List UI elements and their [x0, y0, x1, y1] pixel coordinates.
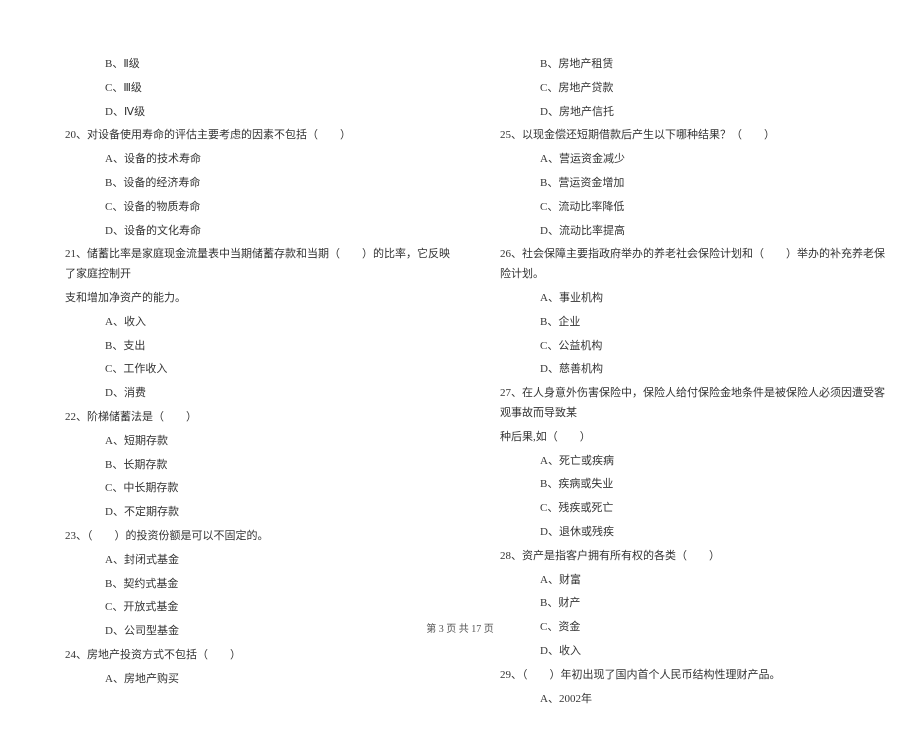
question-29: 29、（ ）年初出现了国内首个人民币结构性理财产品。 [470, 666, 885, 686]
option: C、房地产贷款 [470, 79, 885, 99]
option: B、营运资金增加 [470, 174, 885, 194]
option: C、残疾或死亡 [470, 499, 885, 519]
option: B、契约式基金 [35, 575, 450, 595]
option: A、收入 [35, 313, 450, 333]
option: B、支出 [35, 337, 450, 357]
option: A、封闭式基金 [35, 551, 450, 571]
option: C、开放式基金 [35, 598, 450, 618]
question-21-cont: 支和增加净资产的能力。 [35, 289, 450, 309]
option: C、工作收入 [35, 360, 450, 380]
option: A、2002年 [470, 690, 885, 710]
option: B、财产 [470, 594, 885, 614]
option: B、长期存款 [35, 456, 450, 476]
page-footer: 第 3 页 共 17 页 [0, 620, 920, 635]
option: B、Ⅱ级 [35, 55, 450, 75]
option: C、设备的物质寿命 [35, 198, 450, 218]
question-23: 23、（ ）的投资份额是可以不固定的。 [35, 527, 450, 547]
option: D、Ⅳ级 [35, 103, 450, 123]
question-28: 28、资产是指客户拥有所有权的各类（ ） [470, 547, 885, 567]
option: A、财富 [470, 571, 885, 591]
question-20: 20、对设备使用寿命的评估主要考虑的因素不包括（ ） [35, 126, 450, 146]
option: A、营运资金减少 [470, 150, 885, 170]
left-column: B、Ⅱ级 C、Ⅲ级 D、Ⅳ级 20、对设备使用寿命的评估主要考虑的因素不包括（ … [35, 55, 450, 709]
question-21: 21、储蓄比率是家庭现金流量表中当期储蓄存款和当期（ ）的比率，它反映了家庭控制… [35, 245, 450, 285]
option: D、退休或残疾 [470, 523, 885, 543]
option: D、收入 [470, 642, 885, 662]
option: B、疾病或失业 [470, 475, 885, 495]
right-column: B、房地产租赁 C、房地产贷款 D、房地产信托 25、以现金偿还短期借款后产生以… [470, 55, 885, 709]
question-26: 26、社会保障主要指政府举办的养老社会保险计划和（ ）举办的补充养老保险计划。 [470, 245, 885, 285]
option: D、慈善机构 [470, 360, 885, 380]
option: D、房地产信托 [470, 103, 885, 123]
question-24: 24、房地产投资方式不包括（ ） [35, 646, 450, 666]
option: D、消费 [35, 384, 450, 404]
option: B、企业 [470, 313, 885, 333]
option: A、事业机构 [470, 289, 885, 309]
option: C、公益机构 [470, 337, 885, 357]
question-25: 25、以现金偿还短期借款后产生以下哪种结果？（ ） [470, 126, 885, 146]
option: A、死亡或疾病 [470, 452, 885, 472]
option: C、Ⅲ级 [35, 79, 450, 99]
option: A、房地产购买 [35, 670, 450, 690]
option: B、设备的经济寿命 [35, 174, 450, 194]
question-27-cont: 种后果,如（ ） [470, 428, 885, 448]
option: D、设备的文化寿命 [35, 222, 450, 242]
option: A、设备的技术寿命 [35, 150, 450, 170]
question-27: 27、在人身意外伤害保险中，保险人给付保险金地条件是被保险人必须因遭受客观事故而… [470, 384, 885, 424]
option: B、房地产租赁 [470, 55, 885, 75]
option: C、流动比率降低 [470, 198, 885, 218]
question-22: 22、阶梯储蓄法是（ ） [35, 408, 450, 428]
option: D、不定期存款 [35, 503, 450, 523]
option: C、中长期存款 [35, 479, 450, 499]
option: D、流动比率提高 [470, 222, 885, 242]
option: A、短期存款 [35, 432, 450, 452]
